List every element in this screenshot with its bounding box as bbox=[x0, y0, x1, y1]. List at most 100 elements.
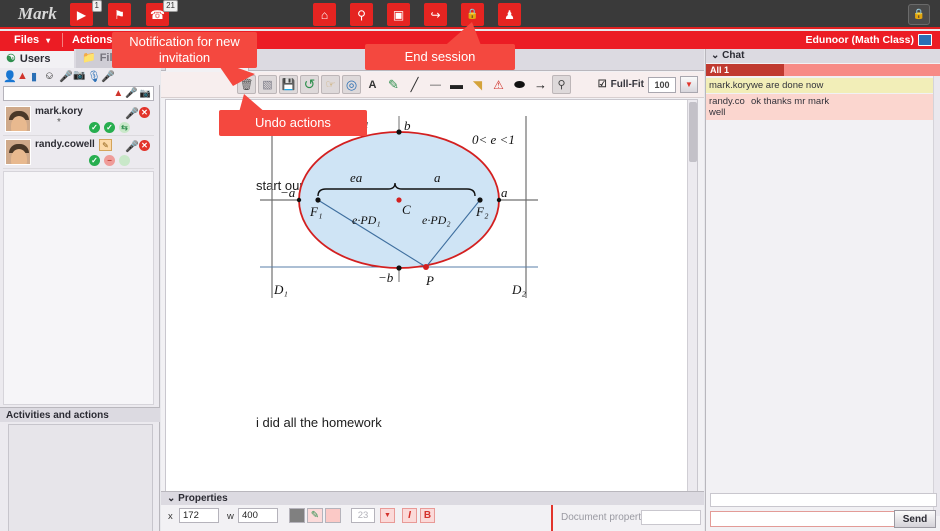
status-badge[interactable]: ✓ bbox=[89, 155, 100, 166]
select-tool[interactable]: ☞ bbox=[321, 75, 340, 94]
diagram-label-b: b bbox=[404, 118, 411, 133]
ellipse-focus-diagram[interactable]: e·PD₁+e·PD₂=2a 0< e <1 b −b a −a ea a C … bbox=[254, 112, 544, 302]
undo-icon: ↺ bbox=[303, 76, 316, 92]
hline-tool[interactable]: — bbox=[426, 75, 445, 94]
chevron-down-icon: ▾ bbox=[46, 36, 51, 45]
whiteboard-canvas[interactable]: start our class with a quick review i di… bbox=[165, 99, 698, 531]
x-input[interactable]: 172 bbox=[179, 508, 219, 523]
status-badge[interactable] bbox=[119, 155, 130, 166]
share-screen-icon[interactable]: ▲ bbox=[17, 70, 30, 83]
line-icon: ╱ bbox=[410, 76, 419, 92]
menu-files[interactable]: Files ▾ bbox=[6, 31, 58, 49]
scrollbar-thumb[interactable] bbox=[689, 102, 697, 162]
mic-icon[interactable]: 🎤 bbox=[125, 88, 137, 99]
search-button[interactable]: ⚲ bbox=[350, 3, 373, 26]
mic-on-icon[interactable]: 🎤 bbox=[59, 70, 73, 83]
mic-camera-icon[interactable]: 📷 bbox=[73, 70, 86, 83]
properties-header[interactable]: ⌄ Properties bbox=[161, 491, 704, 505]
status-badge[interactable]: − bbox=[104, 155, 115, 166]
zoom-tool[interactable]: ⚲ bbox=[552, 75, 571, 94]
chat-header[interactable]: ⌄ Chat bbox=[706, 49, 940, 63]
home-button[interactable]: ⌂ bbox=[313, 3, 336, 26]
canvas-scrollbar[interactable] bbox=[687, 100, 697, 531]
message-author: mark.kory bbox=[709, 80, 751, 91]
horizontal-line-icon: — bbox=[430, 78, 441, 91]
close-icon[interactable]: ✕ bbox=[139, 107, 150, 118]
mic-camera-icon[interactable]: 📷 bbox=[140, 88, 151, 99]
flag-button[interactable]: ⚑ bbox=[108, 3, 131, 26]
triangle-outline-tool[interactable]: ◥ bbox=[468, 75, 487, 94]
font-size-dropdown[interactable]: ▼ bbox=[380, 508, 395, 523]
chat-secondary-input[interactable] bbox=[710, 493, 937, 507]
triangle-filled-tool[interactable]: ⚠ bbox=[489, 75, 508, 94]
board-button[interactable]: ▣ bbox=[387, 3, 410, 26]
activities-list[interactable] bbox=[8, 424, 153, 531]
rectangle-tool[interactable]: ▬ bbox=[447, 75, 466, 94]
document-properties-input[interactable] bbox=[641, 510, 701, 525]
list-item: mark.kory we are done now bbox=[706, 78, 934, 93]
italic-button[interactable]: I bbox=[402, 508, 417, 523]
w-input[interactable]: 400 bbox=[238, 508, 278, 523]
user-name: mark.kory bbox=[35, 106, 83, 117]
share-screen-icon[interactable]: ▲ bbox=[113, 88, 123, 99]
undo-tool[interactable]: ↺ bbox=[300, 75, 319, 94]
monitor-icon[interactable]: ▮ bbox=[31, 70, 44, 83]
diagram-label-eccentricity: 0< e <1 bbox=[472, 132, 515, 147]
target-tool[interactable]: ◎ bbox=[342, 75, 361, 94]
activities-header: Activities and actions bbox=[0, 407, 160, 422]
ellipse-tool[interactable]: ⬬ bbox=[510, 75, 529, 94]
chat-title: Chat bbox=[722, 50, 745, 61]
close-icon[interactable]: ✕ bbox=[139, 140, 150, 151]
pencil-icon[interactable]: ✎ bbox=[99, 139, 112, 151]
chat-input[interactable] bbox=[710, 511, 896, 527]
headset-icon[interactable]: ⎉ bbox=[45, 70, 58, 83]
chevron-collapse-icon: ⌄ bbox=[167, 493, 176, 504]
add-user-icon[interactable]: 👤 bbox=[3, 70, 17, 83]
line-tool[interactable]: ╱ bbox=[405, 75, 424, 94]
play-button[interactable]: ▶ 1 bbox=[70, 0, 102, 26]
floppy-icon: 💾 bbox=[281, 79, 296, 91]
sidebar-item-users[interactable]: ☯ Users bbox=[0, 49, 74, 68]
lock-icon: 🔒 bbox=[466, 8, 479, 20]
mic-icon[interactable]: 🎤 bbox=[125, 140, 139, 153]
triangle-icon: ◥ bbox=[472, 77, 483, 92]
status-badge[interactable]: ✓ bbox=[104, 122, 115, 133]
table-row[interactable]: randy.cowell ✎ ✓ − 🎤 ✕ bbox=[3, 137, 154, 169]
status-badge[interactable]: ✓ bbox=[89, 122, 100, 133]
tab-chat-all[interactable]: All 1 bbox=[706, 64, 784, 76]
chat-scrollbar[interactable] bbox=[933, 76, 940, 516]
table-row[interactable]: mark.kory * ✓ ✓ ⇆ 🎤 ✕ bbox=[3, 104, 154, 136]
stroke-color-swatch[interactable] bbox=[325, 508, 341, 523]
magnifier-icon: ⚲ bbox=[557, 79, 566, 91]
diagram-label-f1: F₁ bbox=[309, 204, 322, 219]
privacy-lock-button[interactable]: 🔒 bbox=[908, 4, 930, 25]
save-tool[interactable]: 💾 bbox=[279, 75, 298, 94]
fill-color-swatch[interactable] bbox=[289, 508, 305, 523]
mic-icon[interactable]: 🎤 bbox=[125, 107, 139, 120]
rectangle-icon: ▬ bbox=[450, 77, 463, 92]
document-properties-section: Document properties bbox=[551, 505, 704, 531]
zoom-dropdown[interactable]: ▼ bbox=[680, 76, 698, 93]
diagram-label-d1: D₁ bbox=[273, 282, 288, 297]
notification-bell-button[interactable]: ☎ 21 bbox=[146, 0, 178, 26]
pencil-color-icon[interactable]: ✎ bbox=[307, 508, 323, 523]
mic-icon[interactable]: 🎤 bbox=[101, 70, 115, 83]
arrow-tool[interactable]: → bbox=[531, 75, 550, 94]
text-tool[interactable]: A bbox=[363, 75, 382, 94]
pencil-tool[interactable]: ✎ bbox=[384, 75, 403, 94]
menu-actions-label: Actions bbox=[72, 34, 113, 46]
zoom-input[interactable]: 100 bbox=[648, 76, 676, 93]
send-button[interactable]: Send bbox=[894, 510, 936, 528]
mic-off-icon[interactable]: 🎙 bbox=[87, 70, 101, 83]
users-filter-row[interactable]: ▲ 🎤 📷 bbox=[3, 86, 154, 101]
font-size-input[interactable]: 23 bbox=[351, 508, 375, 523]
bold-button[interactable]: B bbox=[420, 508, 435, 523]
checkbox-icon[interactable]: ☑ bbox=[598, 79, 607, 90]
status-badge[interactable]: ⇆ bbox=[119, 122, 130, 133]
users-panel: ☯ Users 📁 Files 👤 ▲ ▮ ⎉ 🎤 📷 🎙 🎤 ▲ 🎤 📷 ma… bbox=[0, 49, 160, 531]
diagram-label-a: a bbox=[501, 185, 508, 200]
participants-button[interactable]: ♟ bbox=[498, 3, 521, 26]
wb-text-homework[interactable]: i did all the homework bbox=[256, 415, 382, 430]
callout-notification: Notification for new invitation bbox=[112, 32, 257, 68]
diagram-label-c: C bbox=[402, 202, 411, 217]
